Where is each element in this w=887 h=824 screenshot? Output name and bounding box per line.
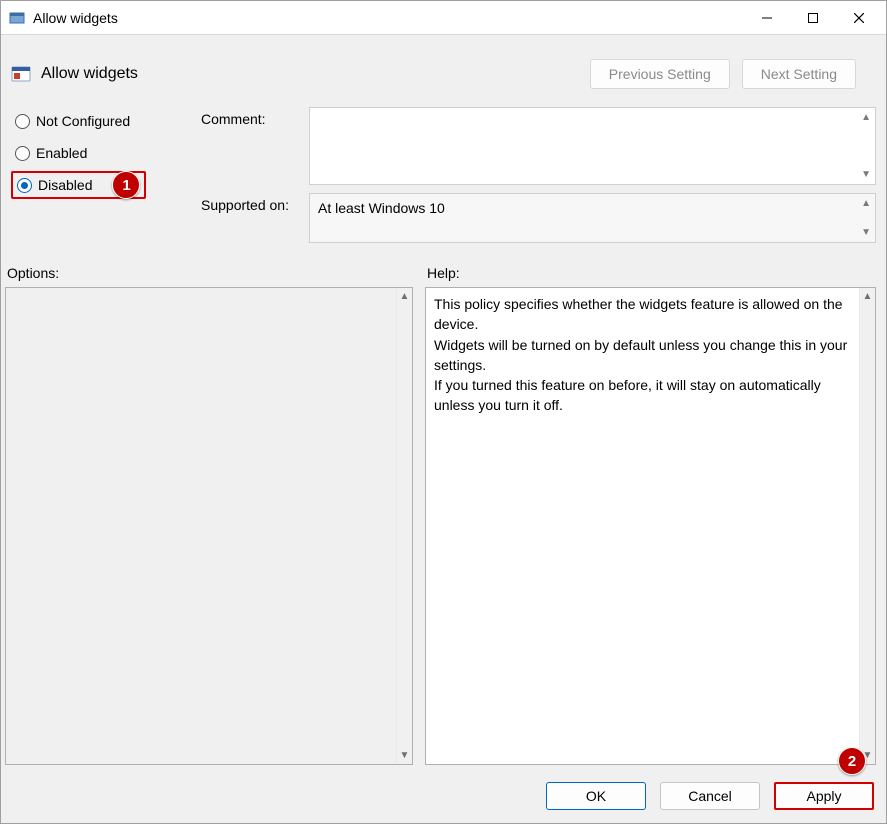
scroll-up-icon[interactable]: ▲ <box>861 112 871 123</box>
previous-setting-button[interactable]: Previous Setting <box>590 59 730 89</box>
info-column: Comment: ▲ ▼ Supported on: At least Wind… <box>201 107 876 243</box>
comment-field[interactable]: ▲ ▼ <box>309 107 876 185</box>
radio-indicator <box>17 178 32 193</box>
close-button[interactable] <box>836 2 882 34</box>
policy-editor-window: Allow widgets Allow widgets Previous Set… <box>0 0 887 824</box>
ok-button[interactable]: OK <box>546 782 646 810</box>
options-scrollbar[interactable]: ▲ ▼ <box>396 288 412 764</box>
policy-name: Allow widgets <box>41 65 138 83</box>
titlebar: Allow widgets <box>1 1 886 35</box>
supported-on-label: Supported on: <box>201 193 301 213</box>
options-box: ▲ ▼ <box>5 287 413 765</box>
help-box: This policy specifies whether the widget… <box>425 287 876 765</box>
app-icon <box>9 10 25 26</box>
window-title: Allow widgets <box>33 10 118 26</box>
help-pane: Help: This policy specifies whether the … <box>425 259 876 765</box>
supported-on-field: At least Windows 10 ▲ ▼ <box>309 193 876 243</box>
radio-indicator <box>15 114 30 129</box>
supported-on-value: At least Windows 10 <box>318 200 445 216</box>
help-label: Help: <box>427 259 876 281</box>
apply-button[interactable]: Apply <box>774 782 874 810</box>
cancel-button[interactable]: Cancel <box>660 782 760 810</box>
radio-not-configured[interactable]: Not Configured <box>11 107 134 135</box>
state-radio-group: Not Configured Enabled Disabled 1 <box>11 107 191 243</box>
options-content <box>6 288 396 764</box>
maximize-button[interactable] <box>790 2 836 34</box>
radio-disabled[interactable]: Disabled 1 <box>11 171 146 199</box>
radio-label: Disabled <box>38 177 92 193</box>
scroll-down-icon[interactable]: ▼ <box>861 169 871 180</box>
dialog-footer: OK Cancel Apply <box>1 769 886 823</box>
options-label: Options: <box>7 259 413 281</box>
annotation-step-2: 2 <box>838 747 866 775</box>
options-pane: Options: ▲ ▼ <box>5 259 413 765</box>
radio-label: Enabled <box>36 145 87 161</box>
annotation-step-1: 1 <box>112 171 140 199</box>
help-scrollbar[interactable]: ▲ ▼ <box>859 288 875 764</box>
radio-indicator <box>15 146 30 161</box>
help-text: This policy specifies whether the widget… <box>426 288 859 764</box>
next-setting-button[interactable]: Next Setting <box>742 59 856 89</box>
minimize-button[interactable] <box>744 2 790 34</box>
scroll-down-icon[interactable]: ▼ <box>861 227 871 238</box>
scroll-up-icon[interactable]: ▲ <box>861 198 871 209</box>
radio-label: Not Configured <box>36 113 130 129</box>
policy-header: Allow widgets Previous Setting Next Sett… <box>1 35 886 107</box>
options-help-split: Options: ▲ ▼ Help: This policy specifies… <box>1 259 886 769</box>
comment-label: Comment: <box>201 107 301 127</box>
settings-top: Not Configured Enabled Disabled 1 Commen… <box>1 107 886 249</box>
scroll-up-icon[interactable]: ▲ <box>400 288 410 305</box>
scroll-down-icon[interactable]: ▼ <box>400 747 410 764</box>
policy-icon <box>11 64 31 84</box>
scroll-up-icon[interactable]: ▲ <box>863 288 873 305</box>
radio-enabled[interactable]: Enabled <box>11 139 91 167</box>
